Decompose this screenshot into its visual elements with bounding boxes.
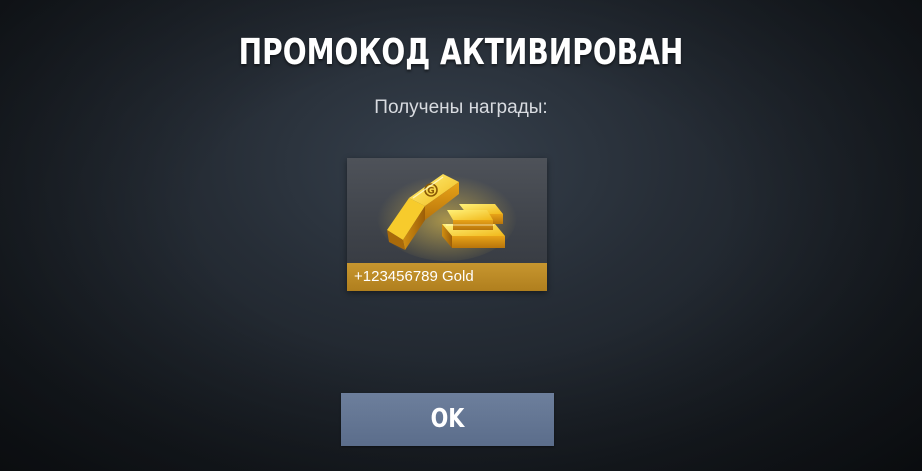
- dialog-title: ПРОМОКОД АКТИВИРОВАН: [238, 32, 684, 73]
- reward-label-bar: +123456789 Gold: [347, 263, 547, 291]
- gold-bars-icon: G: [347, 158, 547, 263]
- ok-button[interactable]: OK: [341, 393, 554, 446]
- dialog-subtitle: Получены награды:: [374, 97, 548, 118]
- ok-button-label: OK: [430, 404, 465, 434]
- reward-amount-label: +123456789 Gold: [354, 268, 474, 285]
- svg-text:G: G: [427, 187, 434, 197]
- reward-card: G +123456789 Gold: [347, 158, 547, 291]
